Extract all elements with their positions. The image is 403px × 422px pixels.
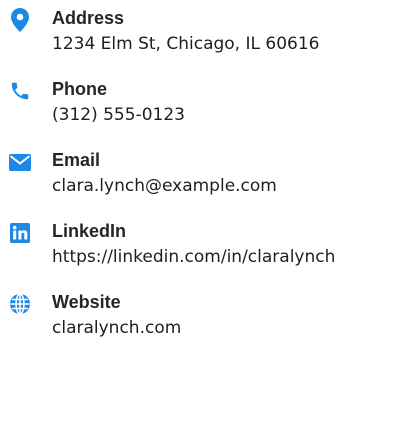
contact-item-email: Email clara.lynch@example.com xyxy=(8,148,398,201)
phone-label: Phone xyxy=(52,79,108,99)
contact-item-address: Address 1234 Elm St, Chicago, IL 60616 xyxy=(8,6,398,59)
contact-list: Address 1234 Elm St, Chicago, IL 60616 P… xyxy=(8,6,398,361)
contact-item-phone: Phone (312) 555-0123 xyxy=(8,77,398,130)
contact-item-linkedin: LinkedIn https://linkedin.com/in/claraly… xyxy=(8,219,398,272)
email-label: Email xyxy=(52,150,101,170)
phone-value[interactable]: (312) 555-0123 xyxy=(52,101,382,130)
globe-icon xyxy=(8,292,32,316)
map-marker-icon xyxy=(8,8,32,32)
phone-icon xyxy=(8,79,32,103)
contact-item-website: Website claralynch.com xyxy=(8,290,398,343)
linkedin-value[interactable]: https://linkedin.com/in/claralynch xyxy=(52,243,370,272)
address-value: 1234 Elm St, Chicago, IL 60616 xyxy=(52,34,320,54)
website-label: Website xyxy=(52,292,121,312)
address-label: Address xyxy=(52,8,125,28)
website-value[interactable]: claralynch.com xyxy=(52,314,382,343)
email-value[interactable]: clara.lynch@example.com xyxy=(52,172,382,201)
linkedin-icon xyxy=(8,221,32,245)
linkedin-label: LinkedIn xyxy=(52,221,127,241)
envelope-icon xyxy=(8,150,32,174)
